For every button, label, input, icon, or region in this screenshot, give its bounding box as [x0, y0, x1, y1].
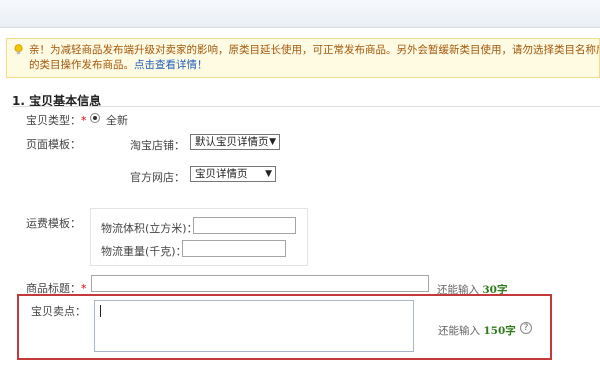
- official-template-select[interactable]: 宝贝详情页 ▼: [190, 166, 276, 182]
- volume-input[interactable]: [193, 217, 296, 234]
- notice-banner: 亲！为减轻商品发布端升级对卖家的影响，原类目延长使用，可正常发布商品。另外会暂缓…: [6, 38, 600, 78]
- triangle-down-icon: ▼: [269, 137, 276, 147]
- title-input[interactable]: [91, 275, 429, 292]
- text-caret: [100, 305, 101, 317]
- volume-label: 物流体积(立方米)：: [101, 222, 198, 235]
- selling-point-remaining-hint: 还能输入 150字: [438, 325, 516, 337]
- shipping-template-label: 运费模板：: [26, 217, 81, 230]
- page-template-label: 页面模板：: [26, 138, 81, 151]
- notice-details-link[interactable]: 点击查看详情！: [134, 59, 208, 71]
- selling-point-textarea[interactable]: [94, 300, 414, 352]
- weight-label: 物流重量(千克)：: [101, 245, 187, 258]
- item-type-new-radio[interactable]: [90, 113, 100, 123]
- taobao-template-select[interactable]: 默认宝贝详情页 ▼: [190, 134, 280, 150]
- top-bar: [0, 0, 600, 28]
- official-store-label: 官方网店：: [130, 171, 185, 184]
- selling-point-label: 宝贝卖点：: [31, 305, 86, 318]
- question-circle-icon[interactable]: ?: [520, 322, 532, 334]
- lightbulb-icon: [14, 44, 23, 55]
- notice-text: 亲！为减轻商品发布端升级对卖家的影响，原类目延长使用，可正常发布商品。另外会暂缓…: [29, 44, 600, 56]
- triangle-down-icon: ▼: [265, 169, 272, 179]
- weight-input[interactable]: [182, 240, 286, 257]
- item-type-label: 宝贝类型：*: [26, 114, 87, 127]
- taobao-store-label: 淘宝店铺：: [130, 139, 185, 152]
- section-divider: [12, 106, 600, 107]
- notice-text-2: 的类目操作发布商品。: [29, 59, 134, 71]
- item-type-new-label: 全新: [106, 114, 128, 127]
